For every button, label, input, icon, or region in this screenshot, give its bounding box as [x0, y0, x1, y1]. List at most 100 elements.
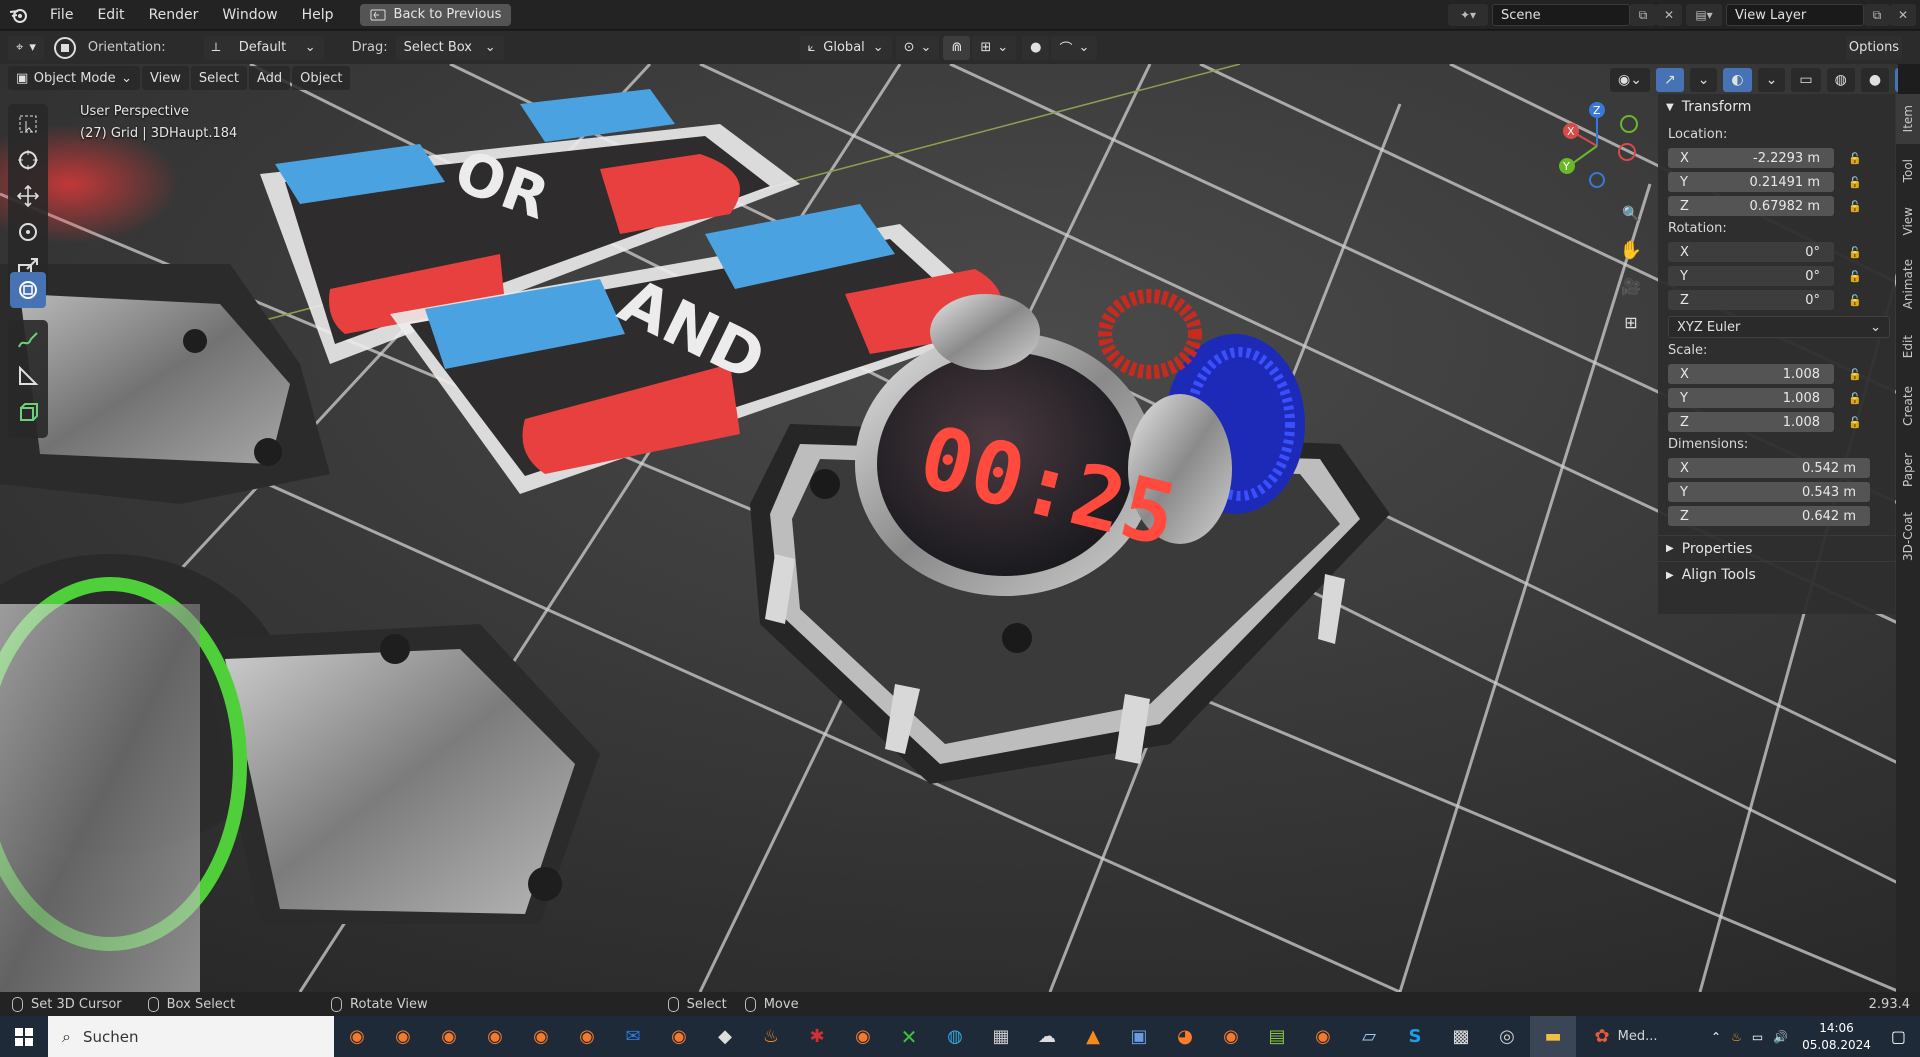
options-dropdown[interactable]: Options [1846, 35, 1902, 60]
menu-add[interactable]: Add [248, 66, 291, 90]
drag-dropdown[interactable]: Select Box ⌄ [395, 35, 504, 60]
select-box-tool-icon[interactable] [10, 106, 46, 142]
add-cube-tool-icon[interactable] [10, 394, 46, 430]
inkscape-icon[interactable]: ◆ [702, 1016, 748, 1057]
dimensions-x-field[interactable]: X 0.542 m [1668, 458, 1870, 478]
tab-paper[interactable]: Paper [1896, 442, 1920, 498]
gpu-app-icon[interactable]: ▦ [978, 1016, 1024, 1057]
view-layer-close-icon[interactable]: ✕ [1890, 4, 1916, 26]
menu-object[interactable]: Object [292, 66, 351, 90]
tray-chevron-up-icon[interactable]: ⌃ [1711, 1030, 1721, 1044]
solid-shading-icon[interactable]: ● [1860, 68, 1890, 92]
pan-hand-icon[interactable]: ✋ [1616, 235, 1646, 265]
view-layer-copy-icon[interactable]: ⧉ [1864, 4, 1890, 26]
blender-taskbar-icon[interactable]: ◉ [1300, 1016, 1346, 1057]
falloff-dropdown[interactable]: ⌒ ⌄ [1051, 35, 1098, 60]
move-tool-icon[interactable] [10, 178, 46, 214]
pivot-point-dropdown[interactable]: ⊙ ⌄ [895, 35, 940, 60]
scale-z-field[interactable]: Z 1.008 [1668, 412, 1834, 432]
navigation-gizmo[interactable]: Z X Y [1555, 94, 1645, 204]
vlc-icon[interactable]: ▲ [1070, 1016, 1116, 1057]
tab-view[interactable]: View [1896, 198, 1920, 244]
blender-taskbar-icon[interactable]: ◉ [334, 1016, 380, 1057]
measure-tool-icon[interactable] [10, 358, 46, 394]
editor-type-dropdown[interactable]: ⌖ ▾ [8, 35, 44, 60]
view-layer-browse-icon[interactable]: ▤▾ [1686, 4, 1722, 26]
visibility-icon[interactable]: ◉⌄ [1610, 68, 1650, 92]
rotate-tool-icon[interactable] [10, 214, 46, 250]
blender-taskbar-icon[interactable]: ◉ [1208, 1016, 1254, 1057]
material-shading-icon[interactable]: ◑ [1895, 68, 1898, 92]
lock-icon[interactable]: 🔓 [1848, 246, 1868, 259]
location-y-field[interactable]: Y 0.21491 m [1668, 172, 1834, 192]
lock-icon[interactable]: 🔓 [1848, 152, 1868, 165]
taskbar-search-input[interactable]: ⌕ Suchen [48, 1016, 334, 1057]
citrix-app-icon[interactable]: ▩ [1438, 1016, 1484, 1057]
active-tool-icon[interactable] [50, 35, 80, 61]
tab-create[interactable]: Create [1896, 374, 1920, 438]
lock-icon[interactable]: 🔓 [1848, 176, 1868, 189]
lock-icon[interactable]: 🔓 [1848, 416, 1868, 429]
gizmo-toggle-icon[interactable]: ↗ [1655, 68, 1684, 92]
firefox-icon[interactable]: ◕ [1162, 1016, 1208, 1057]
back-to-previous-button[interactable]: Back to Previous [359, 3, 512, 26]
lock-icon[interactable]: 🔓 [1848, 270, 1868, 283]
blender-taskbar-icon[interactable]: ◉ [564, 1016, 610, 1057]
camera-view-icon[interactable]: 🎥 [1616, 271, 1646, 301]
blender-taskbar-icon[interactable]: ◉ [426, 1016, 472, 1057]
menu-file[interactable]: File [38, 0, 85, 30]
3d-viewport[interactable]: OR AND 00:25 ▣ Object Mode ⌄ View Select… [0, 64, 1898, 992]
blender-taskbar-icon[interactable]: ◉ [840, 1016, 886, 1057]
scene-close-icon[interactable]: ✕ [1656, 4, 1682, 26]
transform-tool-icon[interactable] [10, 272, 46, 308]
blender-logo-icon[interactable] [0, 0, 38, 30]
paint-app-icon[interactable]: ☁ [1024, 1016, 1070, 1057]
rotation-mode-dropdown[interactable]: XYZ Euler ⌄ [1668, 316, 1890, 338]
edge-browser-icon[interactable]: ◍ [932, 1016, 978, 1057]
windows-start-icon[interactable] [0, 1016, 48, 1057]
overlay-toggle-icon[interactable]: ◐ [1723, 68, 1752, 92]
gizmo-neg-x[interactable] [1618, 143, 1636, 161]
lock-icon[interactable]: 🔓 [1848, 392, 1868, 405]
overlay-dropdown-icon[interactable]: ⌄ [1757, 68, 1786, 92]
zoom-icon[interactable]: 🔍 [1616, 199, 1646, 229]
align-tools-panel-header[interactable]: ▶ Align Tools [1658, 562, 1895, 588]
scale-y-field[interactable]: Y 1.008 [1668, 388, 1834, 408]
gizmo-dropdown-icon[interactable]: ⌄ [1689, 68, 1718, 92]
gizmo-neg-z[interactable] [1589, 172, 1605, 188]
snap-toggle[interactable]: ⋒ [943, 35, 971, 60]
scene-copy-icon[interactable]: ⧉ [1630, 4, 1656, 26]
snap-target-dropdown[interactable]: ⊞ ⌄ [972, 35, 1017, 60]
orientation-dropdown[interactable]: ⟂ Default ⌄ [203, 35, 324, 60]
wireframe-shading-icon[interactable]: ◍ [1826, 68, 1855, 92]
rotation-z-field[interactable]: Z 0° [1668, 290, 1834, 310]
outlook-icon[interactable]: ✉ [610, 1016, 656, 1057]
menu-render[interactable]: Render [137, 0, 211, 30]
scene-name-field[interactable]: Scene [1492, 4, 1630, 26]
bug-app-icon[interactable]: ✱ [794, 1016, 840, 1057]
menu-window[interactable]: Window [210, 0, 289, 30]
dimensions-z-field[interactable]: Z 0.642 m [1668, 506, 1870, 526]
location-z-field[interactable]: Z 0.67982 m [1668, 196, 1834, 216]
tab-item[interactable]: Item [1896, 94, 1920, 144]
blender-taskbar-icon[interactable]: ◉ [472, 1016, 518, 1057]
clock[interactable]: 14:06 05.08.2024 [1802, 1020, 1871, 1054]
save-disk-icon[interactable]: ▣ [1116, 1016, 1162, 1057]
spreadsheet-icon[interactable]: ▤ [1254, 1016, 1300, 1057]
blender-taskbar-icon[interactable]: ◉ [380, 1016, 426, 1057]
object-mode-dropdown[interactable]: ▣ Object Mode ⌄ [8, 66, 140, 90]
lock-icon[interactable]: 🔓 [1848, 200, 1868, 213]
location-x-field[interactable]: X -2.2293 m [1668, 148, 1834, 168]
gizmo-neg-y[interactable] [1620, 115, 1638, 133]
scale-x-field[interactable]: X 1.008 [1668, 364, 1834, 384]
proportional-edit-toggle[interactable]: ● [1022, 35, 1050, 60]
lock-icon[interactable]: 🔓 [1848, 294, 1868, 307]
skype-icon[interactable]: S [1392, 1016, 1438, 1057]
tab-edit[interactable]: Edit [1896, 324, 1920, 370]
menu-view[interactable]: View [142, 66, 189, 90]
menu-select[interactable]: Select [190, 66, 247, 90]
tab-animate[interactable]: Animate [1896, 248, 1920, 320]
transform-panel-header[interactable]: ▼ Transform [1658, 94, 1895, 120]
cursor-tool-icon[interactable] [10, 142, 46, 178]
menu-help[interactable]: Help [290, 0, 346, 30]
